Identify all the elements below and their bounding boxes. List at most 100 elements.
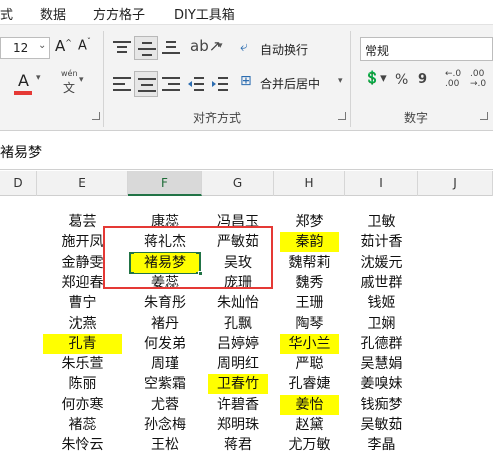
orientation-icon[interactable]: ab↗ (190, 37, 221, 55)
cell-e7[interactable]: 孔青 (43, 333, 122, 354)
formula-bar[interactable]: 褚易梦 (0, 130, 493, 170)
cell-i5[interactable]: 钱姬 (351, 293, 412, 313)
cell-j12[interactable] (424, 435, 487, 455)
cell-e10[interactable]: 何亦寒 (43, 395, 122, 415)
cell-g6[interactable]: 孔飘 (208, 314, 268, 334)
decrease-font-icon[interactable]: Aˇ (78, 37, 91, 53)
cell-j6[interactable] (424, 314, 487, 334)
menu-item-diy-tools[interactable]: DIY工具箱 (174, 4, 235, 23)
bottom-align-icon[interactable] (162, 41, 180, 55)
cell-g12[interactable]: 蒋君 (208, 435, 268, 455)
cell-d4[interactable] (6, 273, 31, 293)
cell-i8[interactable]: 吴慧娟 (351, 354, 412, 374)
menu-item-formula[interactable]: 式 (0, 4, 13, 23)
cell-i2[interactable]: 茹计香 (351, 232, 412, 252)
cell-i11[interactable]: 吴敏茹 (351, 415, 412, 435)
cell-i7[interactable]: 孔德群 (351, 334, 412, 354)
cell-i4[interactable]: 戚世群 (351, 273, 412, 293)
cell-e6[interactable]: 沈燕 (43, 314, 122, 334)
cell-grid[interactable]: 葛芸 康蕊 冯昌玉 郑梦 卫敏 施开凤 蒋礼杰 严敏茹 秦韵 茹计香 金静雯 褚易梦 吴玫 魏帮莉 沈媛元郑… (0, 196, 493, 473)
column-header-e[interactable]: E (37, 171, 128, 196)
cell-f11[interactable]: 孙念梅 (134, 415, 196, 435)
cell-d2[interactable] (6, 232, 31, 252)
cell-g5[interactable]: 朱灿怡 (208, 293, 268, 313)
menu-item-data[interactable]: 数据 (40, 4, 66, 23)
font-dialog-launcher-icon[interactable] (92, 112, 100, 120)
column-header-d[interactable]: D (0, 171, 37, 196)
cell-e12[interactable]: 朱怜云 (43, 435, 122, 455)
cell-h9[interactable]: 孔睿婕 (280, 374, 339, 394)
cell-g10[interactable]: 许碧香 (208, 395, 268, 415)
cell-e8[interactable]: 朱乐萱 (43, 354, 122, 374)
cell-h5[interactable]: 王珊 (280, 293, 339, 313)
cell-h6[interactable]: 陶琴 (280, 314, 339, 334)
cell-f9[interactable]: 空紫霜 (134, 374, 196, 394)
cell-i10[interactable]: 钱痴梦 (351, 395, 412, 415)
increase-font-icon[interactable]: A^ (55, 37, 72, 55)
cell-d8[interactable] (6, 354, 31, 374)
cell-h7[interactable]: 华小兰 (280, 333, 339, 354)
cell-d7[interactable] (6, 334, 31, 354)
cell-f12[interactable]: 王松 (134, 435, 196, 455)
cell-h10[interactable]: 姜怡 (280, 394, 339, 415)
font-color-button[interactable]: A ▾ (14, 71, 44, 99)
cell-g8[interactable]: 周明红 (208, 354, 268, 374)
top-align-icon[interactable] (113, 41, 131, 55)
cell-h4[interactable]: 魏秀 (280, 273, 339, 293)
number-dialog-launcher-icon[interactable] (480, 112, 488, 120)
cell-f8[interactable]: 周瑾 (134, 354, 196, 374)
phonetic-button[interactable]: wén 文 ▾ (55, 69, 85, 99)
menu-item-fangfang[interactable]: 方方格子 (93, 4, 145, 23)
cell-f10[interactable]: 尤蓉 (134, 395, 196, 415)
font-size-select[interactable]: 12 ⌄ (0, 37, 50, 59)
cell-h3[interactable]: 魏帮莉 (280, 253, 339, 273)
alignment-dialog-launcher-icon[interactable] (338, 112, 346, 120)
increase-indent-icon[interactable] (212, 77, 228, 91)
align-right-icon[interactable] (162, 77, 180, 91)
column-header-j[interactable]: J (418, 171, 493, 196)
cell-h11[interactable]: 赵黛 (280, 415, 339, 435)
align-left-icon[interactable] (113, 77, 131, 91)
column-header-f[interactable]: F (128, 171, 202, 196)
cell-j5[interactable] (424, 293, 487, 313)
cell-e11[interactable]: 褚蕊 (43, 415, 122, 435)
cell-j8[interactable] (424, 354, 487, 374)
cell-j1[interactable] (424, 212, 487, 232)
percent-icon[interactable]: % (395, 72, 408, 88)
merge-center-button[interactable]: ⊞ 合并后居中 ▾ (240, 73, 352, 95)
cell-h2[interactable]: 秦韵 (280, 232, 339, 253)
cell-j3[interactable] (424, 253, 487, 273)
cell-d3[interactable] (6, 253, 31, 273)
cell-d5[interactable] (6, 293, 31, 313)
accounting-format-icon[interactable]: 💲▾ (364, 71, 387, 86)
cell-i3[interactable]: 沈媛元 (351, 253, 412, 273)
cell-j4[interactable] (424, 273, 487, 293)
cell-d12[interactable] (6, 435, 31, 455)
cell-d11[interactable] (6, 415, 31, 435)
cell-j10[interactable] (424, 395, 487, 415)
align-center-button[interactable] (134, 71, 158, 97)
cell-g11[interactable]: 郑明珠 (208, 415, 268, 435)
column-header-g[interactable]: G (202, 171, 274, 196)
cell-h1[interactable]: 郑梦 (280, 212, 339, 232)
decrease-decimal-icon[interactable]: .00 →.0 (470, 69, 486, 89)
cell-d6[interactable] (6, 314, 31, 334)
cell-f7[interactable]: 何发弟 (134, 334, 196, 354)
comma-style-icon[interactable]: 9 (418, 72, 427, 87)
cell-j7[interactable] (424, 334, 487, 354)
cell-j2[interactable] (424, 232, 487, 252)
cell-h12[interactable]: 尤万敏 (280, 435, 339, 455)
cell-g7[interactable]: 吕婷婷 (208, 334, 268, 354)
cell-i6[interactable]: 卫娴 (351, 314, 412, 334)
increase-decimal-icon[interactable]: ←.0.00 (445, 69, 461, 89)
cell-i1[interactable]: 卫敏 (351, 212, 412, 232)
cell-f5[interactable]: 朱育彤 (134, 293, 196, 313)
cell-d10[interactable] (6, 395, 31, 415)
column-header-h[interactable]: H (274, 171, 345, 196)
cell-h8[interactable]: 严聪 (280, 354, 339, 374)
cell-j11[interactable] (424, 415, 487, 435)
cell-g9[interactable]: 卫春竹 (208, 374, 268, 395)
cell-j9[interactable] (424, 374, 487, 394)
cell-d9[interactable] (6, 374, 31, 394)
cell-i12[interactable]: 李晶 (351, 435, 412, 455)
